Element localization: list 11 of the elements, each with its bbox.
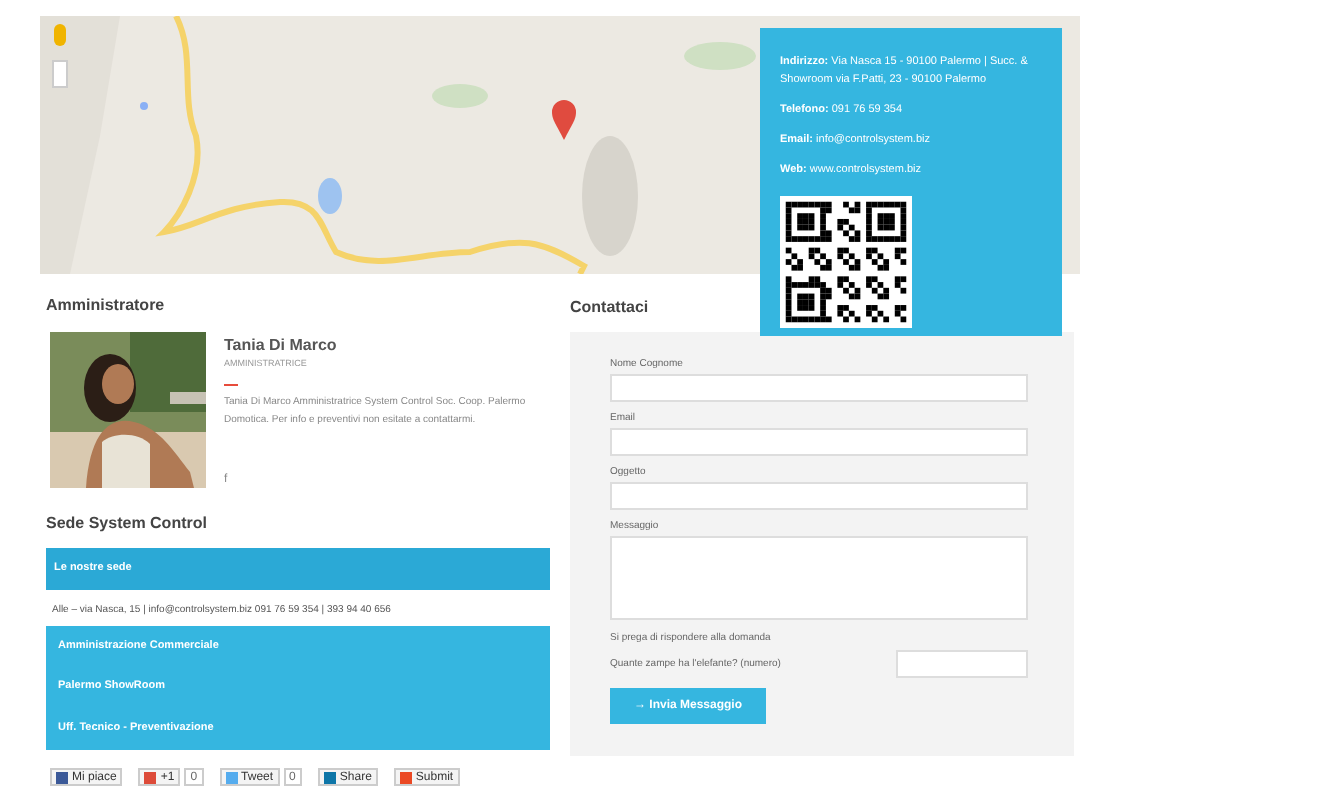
section-heading: Contattaci	[570, 300, 651, 316]
section-heading: Sede System Control	[46, 516, 209, 532]
input-field[interactable]	[610, 428, 1028, 456]
person-name: Tania Di Marco	[224, 338, 339, 354]
input-field[interactable]	[610, 482, 1028, 510]
section-heading: Amministratore	[46, 298, 167, 314]
zoom-control[interactable]	[52, 60, 68, 88]
input-field[interactable]	[610, 374, 1028, 402]
qr-code-icon	[780, 196, 912, 328]
answer-field[interactable]	[896, 650, 1028, 678]
message-field[interactable]	[610, 536, 1028, 620]
